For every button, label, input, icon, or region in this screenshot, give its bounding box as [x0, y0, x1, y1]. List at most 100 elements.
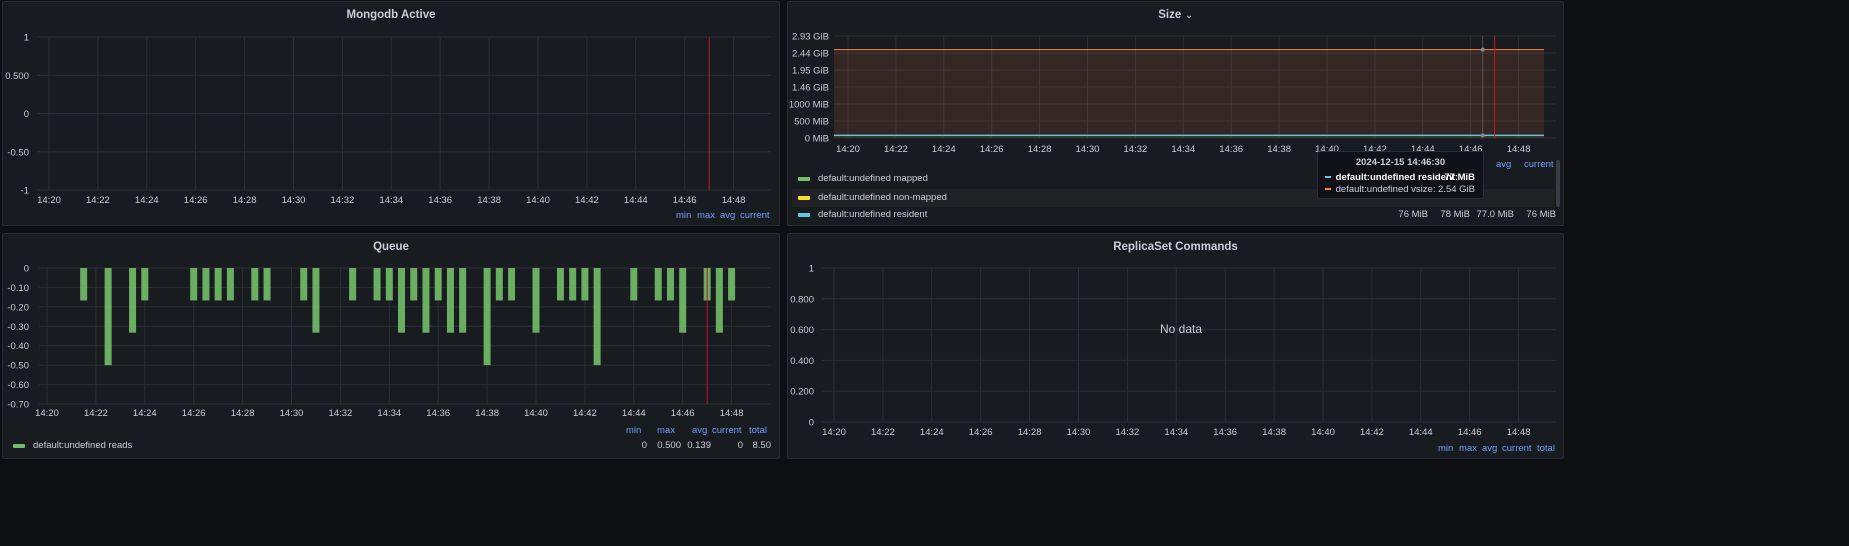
y-tick-label: 0.500	[5, 71, 29, 82]
x-tick-label: 14:24	[920, 427, 944, 438]
legend-header-current[interactable]: current	[1502, 443, 1532, 454]
bar	[483, 268, 491, 366]
legend-value-max: 78 MiB	[1440, 209, 1470, 220]
legend-header-current[interactable]: current	[740, 210, 770, 221]
x-tick-label: 14:48	[722, 195, 746, 206]
legend-item-mapped[interactable]: default:undefined mapped	[798, 173, 928, 184]
series-color-swatch	[798, 212, 810, 217]
legend-value-min: 0	[641, 440, 647, 451]
hover-point-vsize	[1480, 47, 1485, 52]
bar	[593, 268, 601, 366]
x-tick-label: 14:36	[426, 408, 450, 419]
y-tick-label: 0	[24, 109, 29, 120]
legend-header-avg[interactable]: avg	[1496, 159, 1511, 170]
legend-value-current: 0	[737, 440, 743, 451]
mongodb-active-chart[interactable]: 1 0.500 0 -0.50 -1 14:20 14:22 14:24 14:26 14:28 1…	[3, 2, 781, 227]
legend-header-avg[interactable]: avg	[692, 425, 707, 436]
x-tick-label: 14:44	[1409, 427, 1433, 438]
bar	[422, 268, 430, 333]
legend-scrollbar[interactable]	[1556, 160, 1560, 207]
bar	[654, 268, 662, 301]
x-tick-label: 14:30	[280, 408, 304, 419]
legend-header-current[interactable]: current	[712, 425, 742, 436]
legend-series-name: default:undefined resident	[818, 209, 928, 220]
x-tick-label: 14:34	[379, 195, 403, 206]
legend-item-non-mapped[interactable]: default:undefined non-mapped	[798, 192, 947, 203]
legend-header-min[interactable]: min	[676, 210, 691, 221]
legend-header-min[interactable]: min	[1438, 443, 1453, 454]
legend-header-total[interactable]: total	[749, 425, 767, 436]
y-tick-label: 1000 MiB	[789, 100, 829, 111]
bar	[715, 268, 723, 333]
legend-item-reads[interactable]: default:undefined reads	[13, 440, 132, 451]
bar	[666, 268, 674, 301]
x-tick-label: 14:20	[37, 195, 61, 206]
x-tick-label: 14:36	[1213, 427, 1237, 438]
tooltip-label: default:undefined vsize:	[1335, 184, 1436, 195]
y-tick-label: -0.70	[7, 400, 29, 411]
legend-value-avg: 0.139	[687, 440, 711, 451]
bar	[385, 268, 393, 301]
legend-header-max[interactable]: max	[657, 425, 675, 436]
x-tick-label: 14:20	[35, 408, 59, 419]
x-tick-label: 14:34	[1164, 427, 1188, 438]
x-tick-label: 14:48	[1507, 144, 1531, 155]
y-tick-label: -0.20	[7, 302, 29, 313]
legend-header-avg[interactable]: avg	[1482, 443, 1497, 454]
x-tick-label: 14:36	[1219, 144, 1243, 155]
legend-item-resident[interactable]: default:undefined resident	[798, 209, 927, 220]
x-tick-label: 14:26	[980, 144, 1004, 155]
tooltip-row-vsize: default:undefined vsize: 2.54 GiB	[1325, 184, 1475, 195]
hover-point-resident	[1480, 133, 1485, 138]
bar	[104, 268, 112, 366]
series-color-swatch	[798, 195, 810, 200]
legend-header-max[interactable]: max	[1459, 443, 1477, 454]
legend-header-min[interactable]: min	[626, 425, 641, 436]
bar	[556, 268, 564, 301]
x-tick-label: 14:28	[233, 195, 257, 206]
legend-series-name: default:undefined mapped	[818, 173, 928, 184]
x-tick-label: 14:28	[231, 408, 255, 419]
x-tick-label: 14:22	[871, 427, 895, 438]
panel-queue: Queue 0 -0.10 -0.20 -0.30 -0.40 -0.50 -0.60 -0.…	[2, 233, 780, 459]
tooltip-value: 2.54 GiB	[1438, 184, 1475, 195]
bar	[410, 268, 418, 301]
tooltip-value: 77 MiB	[1444, 172, 1475, 183]
tooltip-time: 2024-12-15 14:46:30	[1355, 157, 1446, 168]
x-tick-label: 14:38	[475, 408, 499, 419]
x-tick-label: 14:32	[331, 195, 355, 206]
legend-header-current[interactable]: current	[1524, 159, 1554, 170]
bar	[679, 268, 687, 333]
x-tick-label: 14:40	[524, 408, 548, 419]
x-tick-label: 14:30	[1076, 144, 1100, 155]
x-tick-label: 14:42	[575, 195, 599, 206]
x-tick-label: 14:34	[377, 408, 401, 419]
x-tick-label: 14:22	[86, 195, 110, 206]
legend-header-avg[interactable]: avg	[720, 210, 735, 221]
y-tick-label: 1.95 GiB	[792, 66, 829, 77]
x-tick-label: 14:28	[1018, 427, 1042, 438]
y-tick-label: -0.60	[7, 380, 29, 391]
legend-header-total[interactable]: total	[1537, 443, 1555, 454]
x-tick-label: 14:42	[1360, 427, 1384, 438]
tooltip-label: default:undefined resident:	[1335, 172, 1459, 183]
y-tick-label: -0.50	[7, 361, 29, 372]
tooltip-row-resident: default:undefined resident: 77 MiB	[1325, 172, 1475, 183]
replicaset-chart[interactable]: 1 0.800 0.600 0.400 0.200 0 14:20 14:22 14:24 14:…	[788, 234, 1565, 460]
bar	[630, 268, 638, 301]
x-tick-label: 14:44	[624, 195, 648, 206]
legend-value-avg: 77.0 MiB	[1476, 209, 1515, 220]
bar	[398, 268, 406, 333]
x-tick-label: 14:22	[884, 144, 908, 155]
series-color-swatch	[1325, 188, 1331, 191]
series-area-vsize	[834, 49, 1544, 138]
x-tick-label: 14:40	[1311, 427, 1335, 438]
bar	[581, 268, 589, 301]
bar	[80, 268, 88, 301]
y-tick-label: 0 MiB	[805, 134, 829, 145]
bar	[312, 268, 320, 333]
bar	[263, 268, 271, 301]
x-tick-label: 14:24	[932, 144, 956, 155]
bar	[141, 268, 149, 301]
legend-header-max[interactable]: max	[697, 210, 715, 221]
